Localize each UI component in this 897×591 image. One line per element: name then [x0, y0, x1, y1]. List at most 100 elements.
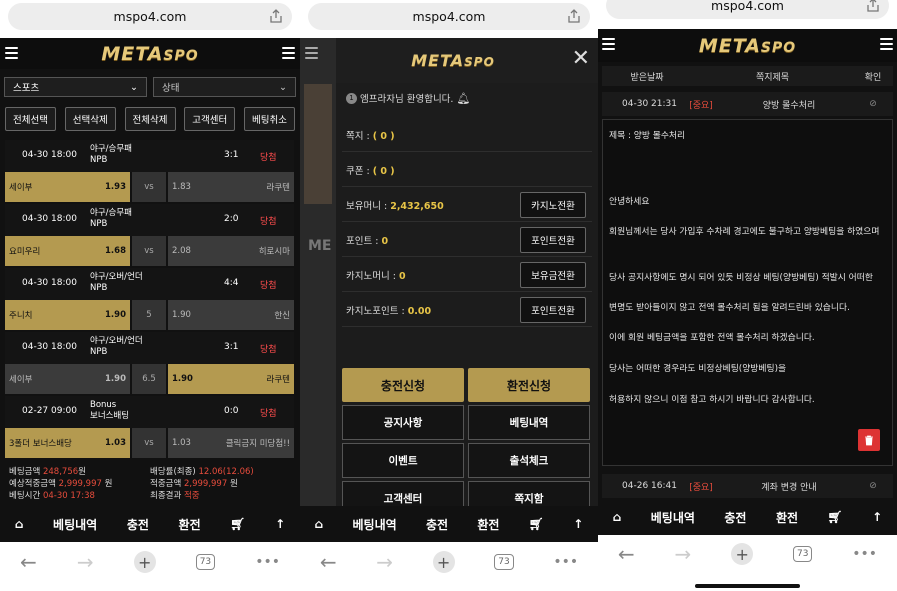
- bottom-nav: ⌂ 베팅내역 충전 환전 🛒︎ ↑: [598, 499, 897, 535]
- bottom-nav: ⌂ 베팅내역 충전 환전 🛒︎ ↑: [0, 506, 300, 542]
- home-odds-button[interactable]: 3폴더 보너스배당 1.03: [5, 428, 130, 458]
- bet-date: 04-30 18:00: [22, 278, 77, 288]
- nav-deposit[interactable]: 충전: [426, 516, 448, 533]
- back-icon[interactable]: ←: [20, 550, 37, 574]
- home-icon[interactable]: ⌂: [15, 517, 24, 531]
- tab-count[interactable]: 73: [195, 554, 216, 570]
- away-odds-button[interactable]: 2.08 히로시마: [168, 236, 294, 266]
- bell-icon[interactable]: 🔔︎: [456, 92, 470, 105]
- address-bar[interactable]: mspo4.com: [606, 0, 889, 19]
- url-text: mspo4.com: [711, 0, 784, 13]
- share-icon[interactable]: [867, 0, 879, 12]
- account-row: 카지노머니 : 0 보유금전환: [342, 258, 592, 292]
- menu-right-icon[interactable]: [880, 38, 893, 50]
- delete-all-button[interactable]: 전체삭제: [124, 107, 176, 131]
- logo[interactable]: METASPO: [411, 51, 495, 70]
- bet-odds-row: 세이부 1.90 6.5 1.90 라쿠텐: [5, 364, 294, 394]
- arrow-up-icon[interactable]: ↑: [275, 517, 285, 531]
- arrow-up-icon[interactable]: ↑: [573, 517, 583, 531]
- tab-count[interactable]: 73: [792, 546, 813, 562]
- nav-bet-history[interactable]: 베팅내역: [353, 516, 397, 533]
- top-nav: METASPO: [0, 38, 300, 69]
- logo[interactable]: METASPO: [101, 43, 198, 65]
- more-icon[interactable]: •••: [255, 554, 280, 570]
- bet-score: 3:1: [224, 150, 239, 160]
- nav-deposit[interactable]: 충전: [724, 509, 746, 526]
- message-row[interactable]: 04-26 16:41 [중요] 계좌 변경 안내 ⊘: [602, 474, 893, 498]
- bet-odds-row: 3폴더 보너스배당 1.03 vs 1.03 클릭금지 미당첨!!: [5, 428, 294, 458]
- address-bar[interactable]: mspo4.com: [8, 3, 292, 30]
- nav-bet-history[interactable]: 베팅내역: [651, 509, 695, 526]
- nav-bet-history[interactable]: 베팅내역: [53, 516, 97, 533]
- url-text: mspo4.com: [412, 9, 486, 24]
- delete-message-button[interactable]: [858, 429, 880, 451]
- sport-select[interactable]: 스포츠 ⌄: [4, 77, 147, 97]
- account-row: 쪽지 : ( 0 ): [342, 118, 592, 152]
- bet-league: 야구/승무패 NPB: [90, 144, 132, 165]
- bet-odds-row: 요미우리 1.68 vs 2.08 히로시마: [5, 236, 294, 266]
- logo[interactable]: METASPO: [699, 35, 796, 57]
- cart-icon[interactable]: 🛒︎: [529, 517, 544, 531]
- bet-score: 4:4: [224, 278, 239, 288]
- home-odds-button[interactable]: 세이부 1.93: [5, 172, 130, 202]
- cart-icon[interactable]: 🛒︎: [827, 510, 842, 524]
- away-odds-button[interactable]: 1.83 라쿠텐: [168, 172, 294, 202]
- bet-header: 02-27 09:00 Bonus 보너스배팅 0:0 당첨: [5, 396, 294, 428]
- more-icon[interactable]: •••: [852, 546, 877, 562]
- message-row[interactable]: 04-30 21:31 [중요] 양방 몰수처리 ⊘: [602, 92, 893, 116]
- new-tab-icon[interactable]: +: [133, 551, 156, 573]
- menu-icon[interactable]: [602, 38, 615, 50]
- forward-icon[interactable]: →: [77, 550, 94, 574]
- select-all-button[interactable]: 전체선택: [5, 107, 56, 131]
- cancel-bet-button[interactable]: 베팅취소: [244, 107, 295, 131]
- away-odds-button[interactable]: 1.03 클릭금지 미당첨!!: [168, 428, 294, 458]
- convert-button[interactable]: 포인트전환: [520, 226, 586, 253]
- share-icon[interactable]: [270, 9, 282, 23]
- more-icon[interactable]: •••: [553, 554, 578, 570]
- close-icon[interactable]: ✕: [572, 48, 590, 70]
- home-odds-button[interactable]: 주니치 1.90: [5, 300, 130, 330]
- nav-withdraw[interactable]: 환전: [776, 509, 798, 526]
- home-icon[interactable]: ⌂: [613, 510, 622, 524]
- arrow-up-icon[interactable]: ↑: [872, 510, 882, 524]
- cart-icon[interactable]: 🛒︎: [230, 517, 245, 531]
- back-icon[interactable]: ←: [618, 542, 635, 566]
- bet-league: 야구/오버/언더 NPB: [90, 336, 143, 357]
- home-icon[interactable]: ⌂: [315, 517, 324, 531]
- nav-withdraw[interactable]: 환전: [179, 516, 201, 533]
- convert-button[interactable]: 카지노전환: [520, 191, 586, 218]
- side-menu-item[interactable]: 공지사항: [342, 405, 464, 440]
- home-odds-button[interactable]: 세이부 1.90: [5, 364, 130, 394]
- backdrop[interactable]: ME: [300, 38, 336, 506]
- side-menu-item[interactable]: 베팅내역: [468, 405, 590, 440]
- new-tab-icon[interactable]: +: [731, 543, 754, 565]
- new-tab-icon[interactable]: +: [432, 551, 455, 573]
- home-odds-button[interactable]: 요미우리 1.68: [5, 236, 130, 266]
- withdraw-request-button[interactable]: 환전신청: [468, 368, 590, 402]
- customer-center-button[interactable]: 고객센터: [184, 107, 236, 131]
- bet-header: 04-30 18:00 야구/오버/언더 NPB 4:4 당첨: [5, 268, 294, 300]
- share-icon[interactable]: [568, 9, 580, 23]
- side-menu-item[interactable]: 출석체크: [468, 443, 590, 478]
- convert-button[interactable]: 보유금전환: [520, 261, 586, 288]
- status-select[interactable]: 상태 ⌄: [153, 77, 296, 97]
- menu-icon[interactable]: [5, 47, 18, 59]
- tab-count[interactable]: 73: [494, 554, 514, 570]
- handicap-cell: vs: [132, 172, 166, 202]
- delete-selected-button[interactable]: 선택삭제: [64, 107, 116, 131]
- trash-icon: [865, 435, 873, 445]
- welcome-text: 1 엠프라자님 환영합니다. 🔔︎: [346, 91, 470, 105]
- address-bar[interactable]: mspo4.com: [308, 3, 590, 30]
- away-odds-button[interactable]: 1.90 라쿠텐: [168, 364, 294, 394]
- side-menu-item[interactable]: 이벤트: [342, 443, 464, 478]
- nav-deposit[interactable]: 충전: [127, 516, 149, 533]
- forward-icon[interactable]: →: [675, 542, 692, 566]
- deposit-request-button[interactable]: 충전신청: [342, 368, 464, 402]
- back-icon[interactable]: ←: [320, 550, 337, 574]
- bet-result: 당첨: [260, 409, 277, 419]
- nav-withdraw[interactable]: 환전: [477, 516, 499, 533]
- forward-icon[interactable]: →: [376, 550, 393, 574]
- convert-button[interactable]: 포인트전환: [520, 296, 586, 323]
- menu-right-icon[interactable]: [282, 47, 295, 59]
- away-odds-button[interactable]: 1.90 한신: [168, 300, 294, 330]
